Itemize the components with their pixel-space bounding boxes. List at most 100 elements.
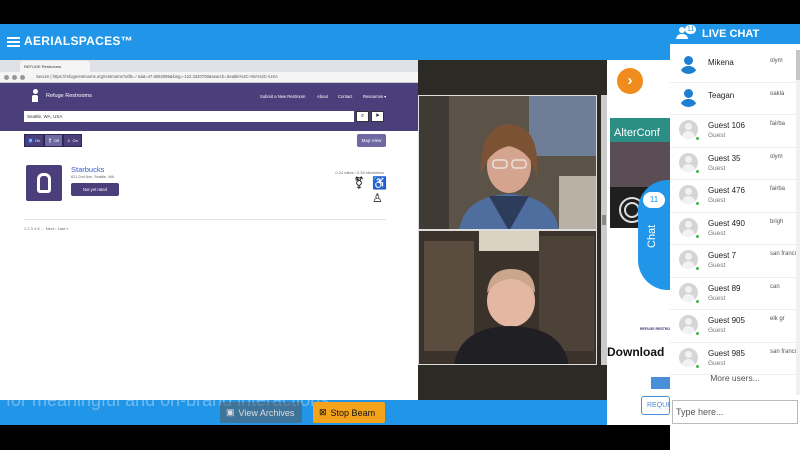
user-location: brigh [770, 218, 784, 225]
search-icon[interactable]: ⌕ [356, 111, 369, 122]
live-chat-header[interactable]: 11 LIVE CHAT [670, 24, 800, 44]
user-list-item[interactable]: Guest 985 Guest san franci [670, 343, 800, 375]
user-list-item[interactable]: Teagan oakla [670, 83, 800, 115]
toggle-label: Off [53, 138, 59, 143]
nav-contact[interactable]: Contact [338, 94, 352, 99]
hamburger-menu-icon[interactable] [7, 37, 20, 47]
user-list-item[interactable]: Guest 89 Guest can [670, 278, 800, 310]
toggle-label: On [34, 138, 41, 143]
restroom-result: Starbucks 621 2nd Ave, Seattle, WA Not y… [24, 165, 387, 220]
refuge-header: Refuge Restrooms Submit a New Restroom A… [0, 83, 418, 109]
view-archives-label: View Archives [238, 407, 295, 418]
user-name: Guest 106 [708, 121, 745, 130]
next-arrow-button[interactable]: › [617, 68, 643, 94]
wheelchair-icon: ♿ [372, 176, 387, 190]
user-location: can [770, 283, 780, 290]
filter-toggles: ♿ On ⚧ Off ♙ On [24, 134, 82, 147]
online-status-icon [695, 168, 700, 174]
online-status-icon [695, 266, 700, 271]
user-name: Guest 985 [708, 348, 745, 358]
user-location: fairba [770, 121, 786, 127]
user-list: Mikena olym Teagan oakla Guest 106 Guest fairb… [670, 50, 800, 375]
view-archives-button[interactable]: ▣ View Archives [220, 402, 302, 423]
webcam-1-image [419, 96, 596, 229]
reload-icon[interactable] [20, 75, 25, 80]
stop-beam-button[interactable]: ⊠ Stop Beam [313, 402, 385, 423]
webcam-feed-2 [418, 230, 597, 365]
user-count-badge: 11 [685, 25, 697, 34]
user-list-item[interactable]: Guest 490 Guest brigh [670, 213, 800, 245]
online-status-icon [695, 363, 700, 369]
user-name: Guest 7 [708, 251, 737, 260]
webcam-feed-1 [418, 95, 597, 230]
request-button[interactable]: REQUE [641, 396, 670, 415]
user-list-item[interactable]: Guest 905 Guest elk gr [670, 310, 800, 343]
scroll-thumb[interactable] [602, 215, 606, 225]
user-location: oakla [770, 90, 785, 97]
user-role: Guest [708, 132, 726, 139]
person-logo-icon [32, 89, 38, 102]
rating-badge[interactable]: Not yet rated [71, 183, 119, 196]
user-name: Teagan [708, 90, 735, 100]
forward-icon[interactable] [12, 75, 17, 80]
result-address: 621 2nd Ave, Seattle, WA [71, 175, 115, 179]
browser-tab-bar: REFUGE Restrooms [0, 60, 418, 72]
user-role: Guest [708, 197, 726, 204]
url-text: Secure | https://refugerestrooms.org/res… [36, 74, 278, 79]
transgender-icon: ⚧ [354, 176, 365, 190]
browser-tab[interactable]: REFUGE Restrooms [20, 61, 90, 72]
camera-off-icon: ⊠ [319, 407, 327, 417]
user-list-item[interactable]: Guest 106 Guest fairba [670, 115, 800, 148]
user-role: Guest [708, 229, 726, 237]
refuge-brand[interactable]: Refuge Restrooms [46, 93, 92, 99]
pagination[interactable]: 1 2 3 4 5 … Next › Last » [24, 226, 68, 231]
user-name: Guest 89 [708, 283, 741, 293]
webcam-2-image [419, 231, 596, 364]
nav-resources[interactable]: Resources ▾ [363, 94, 386, 99]
more-users-link[interactable]: More users... [670, 373, 800, 383]
chat-message-input[interactable] [672, 400, 798, 424]
unisex-toggle[interactable]: ⚧ Off [44, 134, 63, 147]
user-list-item[interactable]: Guest 476 Guest fairba [670, 180, 800, 213]
gender-icon: ⚧ [48, 138, 52, 143]
live-chat-title: LIVE CHAT [702, 28, 760, 40]
back-icon[interactable] [4, 75, 9, 80]
app-window: AERIALSPACES™ REFUGE Restrooms Secure | … [0, 0, 800, 450]
user-list-item[interactable]: Guest 35 Guest olym [670, 148, 800, 180]
bottom-strip [0, 425, 670, 450]
toggle-label: On [72, 138, 78, 143]
user-location: fairba [770, 186, 786, 192]
user-avatar-icon [679, 55, 698, 74]
live-chat-panel: 11 LIVE CHAT Mikena olym Teagan oakla Guest … [670, 24, 800, 450]
user-location: san franci [770, 251, 797, 257]
scroll-thumb[interactable] [796, 50, 800, 80]
restroom-search-input[interactable]: Seattle, WA, USA [24, 111, 354, 122]
user-name: Mikena [708, 58, 734, 67]
changing-table-toggle[interactable]: ♙ On [62, 134, 82, 147]
online-status-icon [695, 331, 700, 336]
download-heading: Download [607, 345, 665, 359]
toilet-icon [26, 165, 62, 201]
accessible-toggle[interactable]: ♿ On [24, 134, 45, 147]
nav-about[interactable]: About [317, 94, 328, 99]
user-avatar-icon [679, 88, 698, 107]
user-role: Guest [708, 294, 726, 302]
user-list-item[interactable]: Guest 7 Guest san franci [670, 245, 800, 278]
user-list-scrollbar[interactable] [796, 50, 800, 395]
user-list-item[interactable]: Mikena olym [670, 50, 800, 83]
baby-icon: ♙ [66, 138, 71, 143]
user-location: san franci [770, 348, 797, 355]
map-view-button[interactable]: Map View [357, 134, 386, 147]
user-role: Guest [708, 164, 726, 172]
user-name: Guest 35 [708, 153, 741, 163]
nav-submit-restroom[interactable]: Submit a New Restroom [260, 94, 305, 99]
chat-unread-badge: 11 [643, 192, 665, 208]
browser-url-bar[interactable]: Secure | https://refugerestrooms.org/res… [0, 72, 418, 83]
blue-chip[interactable] [651, 377, 670, 389]
locate-icon[interactable]: ➤ [371, 111, 384, 122]
user-name: Guest 476 [708, 186, 745, 195]
app-title: AERIALSPACES™ [24, 34, 134, 48]
beam-control-bar: for meaningful and on-brand interactions… [0, 400, 607, 425]
archive-icon: ▣ [226, 407, 235, 417]
result-name-link[interactable]: Starbucks [71, 165, 104, 174]
